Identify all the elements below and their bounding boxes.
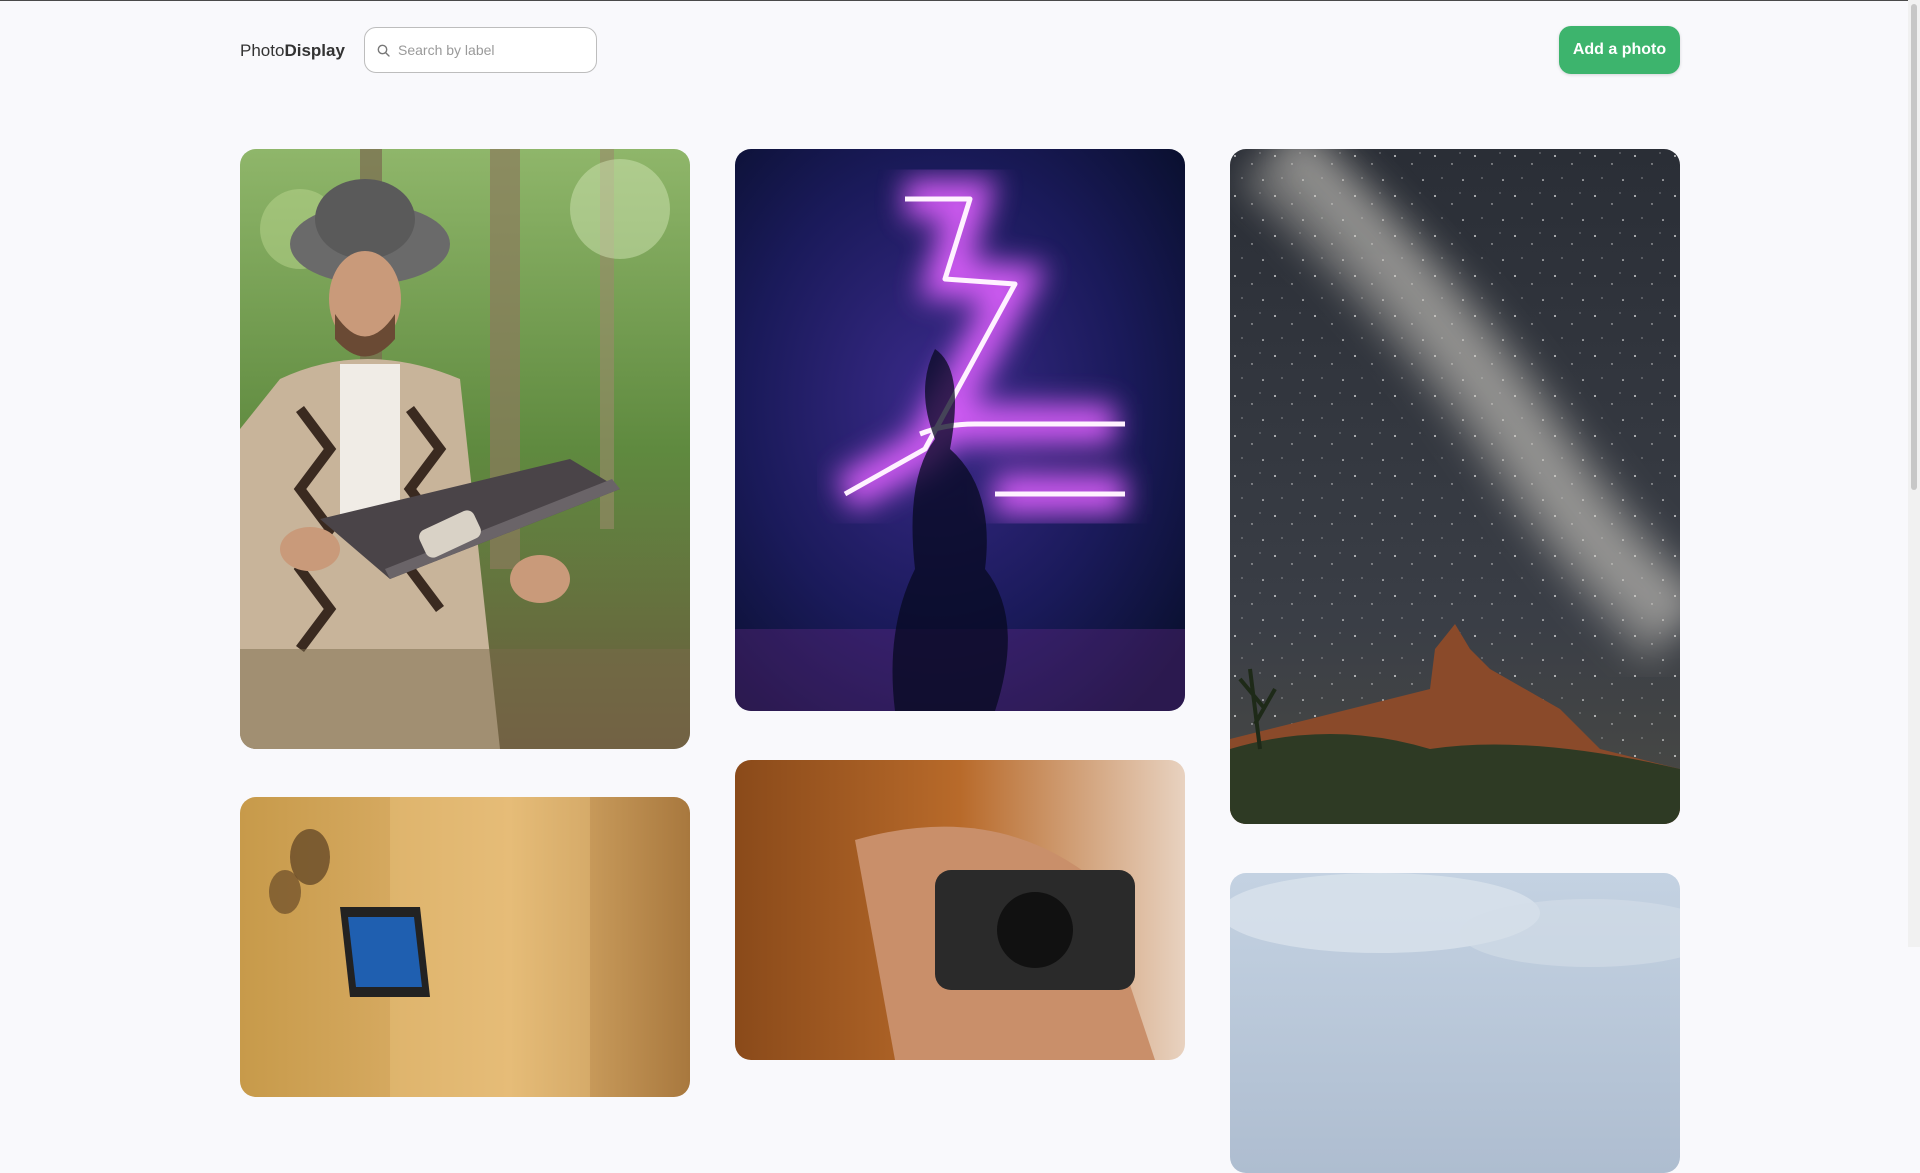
search-input[interactable]	[398, 28, 588, 72]
photo-milky-way-over-rock	[1230, 149, 1680, 824]
photo-card[interactable]	[735, 760, 1185, 1060]
photo-hands-holding-camera	[735, 760, 1185, 1060]
search-box[interactable]	[364, 27, 597, 73]
photo-card[interactable]	[240, 797, 690, 1097]
logo-light-text: Photo	[240, 41, 285, 60]
add-photo-button[interactable]: Add a photo	[1559, 26, 1680, 74]
top-border	[0, 0, 1920, 1]
scrollbar-thumb[interactable]	[1911, 4, 1917, 490]
photo-card[interactable]	[1230, 149, 1680, 824]
photo-laptop-wooden-desk	[240, 797, 690, 1097]
photo-man-laptop-forest	[240, 149, 690, 749]
search-icon	[377, 44, 390, 57]
logo-bold-text: Display	[284, 41, 345, 60]
header: PhotoDisplay Add a photo	[240, 26, 1680, 74]
logo[interactable]: PhotoDisplay	[240, 41, 345, 61]
photo-neon-lightning-bolt	[735, 149, 1185, 711]
photo-card[interactable]	[735, 149, 1185, 711]
photo-card[interactable]	[240, 149, 690, 749]
page-scrollbar[interactable]	[1908, 0, 1920, 947]
photo-card[interactable]	[1230, 873, 1680, 1173]
photo-cloudy-sky	[1230, 873, 1680, 1173]
